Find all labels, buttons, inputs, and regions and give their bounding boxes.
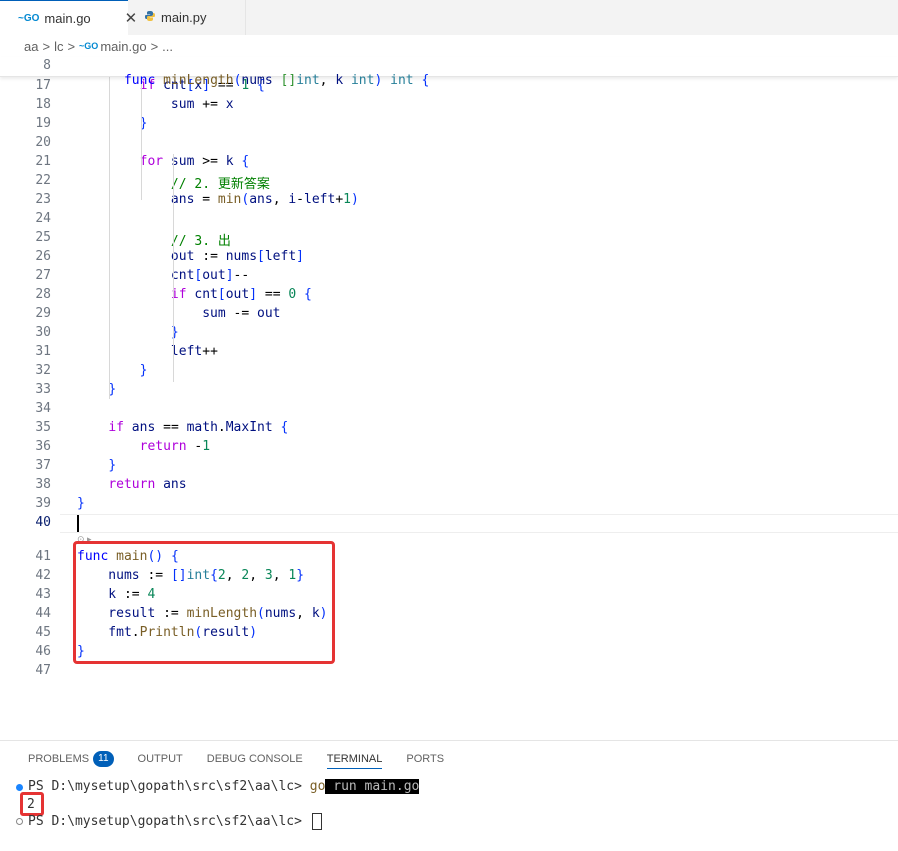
code-line: // 3. 出 — [170, 234, 231, 249]
tab-label: TERMINAL — [326, 753, 383, 765]
code-line: } — [77, 496, 85, 511]
tab-problems[interactable]: PROBLEMS 11 — [28, 750, 114, 768]
breadcrumb-item[interactable]: main.go — [100, 39, 146, 54]
breadcrumb-item[interactable]: lc — [54, 39, 63, 54]
line-number: 19 — [35, 116, 51, 131]
line-number: 17 — [35, 78, 51, 93]
tab-terminal[interactable]: TERMINAL — [326, 750, 383, 769]
line-number: 24 — [35, 211, 51, 226]
line-number: 31 — [35, 344, 51, 359]
line-number: 41 — [35, 549, 51, 564]
code-line: left++ — [77, 344, 218, 359]
line-number: 29 — [35, 306, 51, 321]
line-number: 32 — [35, 363, 51, 378]
tab-debug-console[interactable]: DEBUG CONSOLE — [207, 750, 303, 768]
line-number: 28 — [35, 287, 51, 302]
tab-label: OUTPUT — [137, 753, 183, 765]
line-number: 35 — [35, 420, 51, 435]
tab-ports[interactable]: PORTS — [406, 750, 444, 768]
code-line: if ans == math.MaxInt { — [108, 420, 289, 435]
line-number: 18 — [35, 97, 51, 112]
tab-label: DEBUG CONSOLE — [206, 753, 303, 765]
line-number: 38 — [35, 477, 51, 492]
line-number: 37 — [35, 458, 51, 473]
line-number: 39 — [35, 496, 51, 511]
line-number: 30 — [35, 325, 51, 340]
python-file-icon — [144, 10, 156, 25]
command-pending-dot-icon — [16, 818, 23, 825]
tab-main-go[interactable]: ~GO main.go ✕ — [0, 0, 137, 35]
sticky-code-line: func minLength(nums []int, k int) int { — [123, 73, 430, 88]
highlight-box-main-function — [73, 541, 335, 664]
line-number: 8 — [43, 58, 51, 73]
line-number: 40 — [35, 515, 51, 530]
indent-guide — [109, 76, 110, 399]
code-line: if cnt[out] == 0 { — [170, 287, 312, 302]
problems-count-badge: 11 — [93, 751, 114, 767]
code-line: } — [139, 363, 148, 378]
terminal-line-prompt[interactable]: PS D:\mysetup\gopath\src\sf2\aa\lc> — [28, 813, 322, 830]
line-number: 34 — [35, 401, 51, 416]
line-number: 23 — [35, 192, 51, 207]
go-file-icon: ~GO — [79, 41, 99, 51]
terminal-line-command: PS D:\mysetup\gopath\src\sf2\aa\lc> go r… — [28, 779, 420, 794]
line-number: 44 — [35, 606, 51, 621]
command-success-dot-icon[interactable] — [16, 784, 23, 791]
line-number: 21 — [35, 154, 51, 169]
terminal-command-go: go — [309, 779, 326, 794]
terminal-cursor — [311, 813, 322, 830]
terminal-command-args: run main.go — [325, 779, 420, 794]
bottom-panel: PROBLEMS 11 OUTPUT DEBUG CONSOLE TERMINA… — [0, 740, 898, 851]
go-file-icon: ~GO — [18, 12, 40, 24]
line-number: 22 — [35, 173, 51, 188]
editor-tab-bar: ~GO main.go ✕ main.py — [0, 0, 898, 35]
code-line: cnt[out]-- — [77, 268, 250, 283]
line-number: 36 — [35, 439, 51, 454]
code-line: } — [170, 325, 179, 340]
chevron-right-icon: > — [67, 38, 76, 54]
terminal-prompt: PS D:\mysetup\gopath\src\sf2\aa\lc> — [28, 779, 310, 794]
line-number: 27 — [35, 268, 51, 283]
code-line: return ans — [108, 477, 187, 492]
code-line: } — [139, 116, 148, 131]
line-number: 25 — [35, 230, 51, 245]
line-number: 20 — [35, 135, 51, 150]
code-editor[interactable]: ⊙ ▸ 17 if cnt[x] == 1 {18 sum += x 19 } 20… — [0, 57, 898, 740]
current-line-highlight — [60, 514, 898, 533]
code-line: return -1 — [139, 439, 211, 454]
line-number: 46 — [35, 644, 51, 659]
tab-label: main.go — [44, 10, 91, 26]
code-line: } — [108, 458, 117, 473]
code-line: out := nums[left] — [77, 249, 304, 264]
tab-label: main.py — [161, 10, 207, 25]
line-number: 33 — [35, 382, 51, 397]
chevron-right-icon: > — [150, 38, 159, 54]
sticky-scroll-header[interactable]: 8 func minLength(nums []int, k int) int … — [0, 57, 898, 88]
tab-label: PROBLEMS — [28, 753, 90, 765]
line-number: 47 — [35, 663, 51, 678]
tab-label: PORTS — [406, 753, 445, 765]
tab-output[interactable]: OUTPUT — [138, 750, 183, 768]
code-line: for sum >= k { — [139, 154, 250, 169]
text-cursor — [77, 515, 79, 532]
code-line: } — [108, 382, 117, 397]
terminal-prompt: PS D:\mysetup\gopath\src\sf2\aa\lc> — [28, 814, 310, 829]
line-number: 45 — [35, 625, 51, 640]
chevron-right-icon: > — [42, 38, 51, 54]
code-line: ans = min(ans, i-left+1) — [77, 192, 359, 207]
breadcrumb-item[interactable]: aa — [24, 39, 38, 54]
tab-main-py[interactable]: main.py — [128, 0, 246, 35]
breadcrumb: aa > lc > ~GO main.go > ... — [0, 35, 898, 57]
line-number: 43 — [35, 587, 51, 602]
breadcrumb-item[interactable]: ... — [162, 39, 173, 54]
line-number: 42 — [35, 568, 51, 583]
indent-guide — [173, 154, 174, 382]
line-number: 26 — [35, 249, 51, 264]
code-line: sum -= out — [77, 306, 281, 321]
panel-tabs: PROBLEMS 11 OUTPUT DEBUG CONSOLE TERMINA… — [28, 750, 468, 769]
